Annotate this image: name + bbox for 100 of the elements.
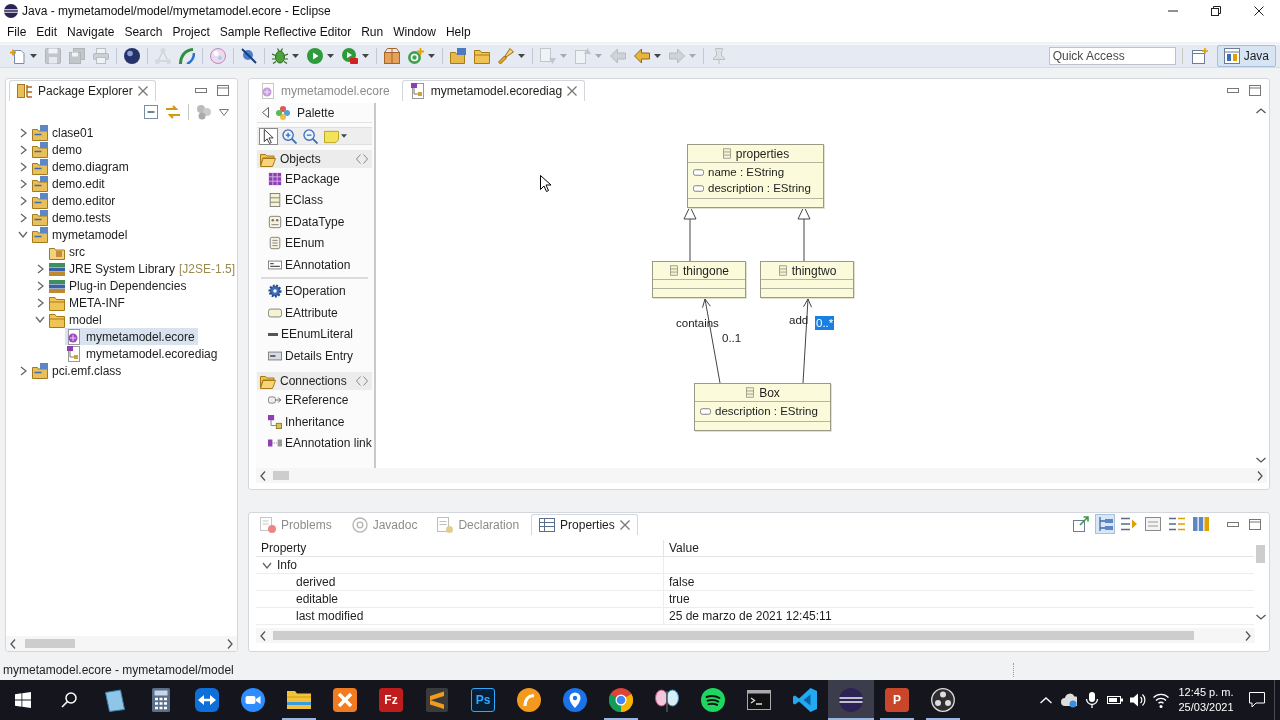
scrollbar-thumb[interactable] — [273, 471, 289, 480]
collapse-triangle-icon[interactable] — [262, 107, 269, 118]
menu-item[interactable]: Run — [356, 23, 389, 41]
minimize-icon[interactable] — [1227, 87, 1239, 93]
view-tool-button[interactable] — [1191, 514, 1211, 534]
editor-tab[interactable]: mymetamodel.ecore — [252, 80, 398, 101]
tree-item[interactable]: Plug-in Dependencies — [48, 277, 190, 294]
taskbar-button[interactable]: Fz — [368, 680, 414, 720]
palette-item[interactable]: Details Entry — [257, 345, 372, 367]
tree-item[interactable]: demo.tests — [31, 209, 114, 226]
chevron-right-icon[interactable] — [19, 178, 27, 189]
scroll-down-icon[interactable] — [1255, 457, 1266, 463]
cloud-icon[interactable] — [1060, 692, 1077, 708]
maximize-icon[interactable] — [1249, 84, 1261, 96]
chevron-up-icon[interactable] — [1039, 696, 1052, 704]
scroll-right-icon[interactable] — [227, 638, 233, 649]
scrollbar-thumb[interactable] — [1256, 545, 1265, 563]
tree-item[interactable]: JRE System Library [J2SE-1.5] — [48, 260, 237, 277]
scrollbar-thumb[interactable] — [273, 631, 1194, 640]
menu-item[interactable]: Navigate — [62, 23, 120, 41]
taskbar-button[interactable]: Ps — [460, 680, 506, 720]
scroll-left-icon[interactable] — [260, 470, 266, 481]
editor-tab[interactable]: mymetamodel.ecorediag — [401, 80, 586, 101]
horizontal-scrollbar[interactable] — [6, 636, 237, 651]
tree-item[interactable]: demo.editor — [31, 192, 119, 209]
chevron-right-icon[interactable] — [19, 127, 27, 138]
view-tab[interactable]: Package Explorer — [9, 80, 156, 101]
chevron-down-icon[interactable] — [35, 316, 45, 323]
maximize-icon[interactable] — [217, 84, 229, 96]
palette-item[interactable]: EClass — [257, 189, 372, 211]
menu-item[interactable]: Sample Reflective Editor — [214, 23, 357, 41]
menu-item[interactable]: File — [2, 23, 32, 41]
palette-tool[interactable] — [259, 127, 278, 145]
tree-item[interactable]: demo — [31, 141, 86, 158]
chevron-down-icon[interactable] — [262, 561, 272, 569]
palette-item[interactable]: EPackage — [257, 168, 372, 190]
clock-button[interactable]: 12:45 p. m. 25/03/2021 — [1172, 680, 1240, 720]
taskbar-button[interactable] — [828, 680, 874, 720]
palette-item[interactable]: EAttribute — [257, 302, 372, 324]
tree-item[interactable]: mymetamodel.ecorediag — [65, 345, 221, 362]
diamond-arrows-icon[interactable] — [356, 154, 368, 164]
horizontal-scrollbar[interactable] — [256, 468, 1267, 483]
view-tool-button[interactable] — [1095, 514, 1115, 534]
horizontal-scrollbar[interactable] — [256, 628, 1255, 643]
tree-item[interactable]: demo.diagram — [31, 158, 132, 175]
scroll-right-icon[interactable] — [1245, 630, 1251, 641]
chevron-down-icon[interactable] — [18, 231, 28, 238]
chevron-right-icon[interactable] — [36, 263, 44, 274]
view-tool-button[interactable] — [1071, 514, 1091, 534]
tree-item[interactable]: mymetamodel — [31, 226, 131, 243]
palette-item[interactable]: Inheritance — [257, 411, 372, 433]
view-tab[interactable]: Declaration — [429, 514, 528, 535]
collapse-all-icon[interactable] — [144, 105, 158, 119]
taskbar-button[interactable]: P — [874, 680, 920, 720]
chevron-right-icon[interactable] — [19, 195, 27, 206]
close-icon[interactable] — [137, 86, 148, 96]
tree-item[interactable]: clase01 — [31, 124, 97, 141]
menu-item[interactable]: Search — [119, 23, 168, 41]
palette-item[interactable]: EReference — [257, 389, 372, 411]
quick-access-field[interactable]: Quick Access — [1048, 47, 1176, 65]
close-icon[interactable] — [567, 86, 578, 96]
wifi-icon[interactable] — [1152, 692, 1169, 708]
menu-item[interactable]: Project — [167, 23, 215, 41]
palette-item[interactable]: EDataType — [257, 211, 372, 233]
palette-item[interactable]: EAnnotation link — [257, 432, 372, 454]
scroll-up-icon[interactable] — [1255, 108, 1266, 114]
tree-item[interactable]: META-INF — [48, 294, 128, 311]
menu-item[interactable]: Window — [388, 23, 441, 41]
palette-item[interactable]: EAnnotation — [257, 254, 372, 276]
view-tool-button[interactable] — [1143, 514, 1163, 534]
notification-icon[interactable] — [1249, 692, 1265, 708]
view-tab[interactable]: Javadoc — [343, 514, 426, 535]
scroll-left-icon[interactable] — [10, 638, 16, 649]
scrollbar-thumb[interactable] — [25, 639, 75, 648]
chevron-right-icon[interactable] — [19, 365, 27, 376]
maximize-icon[interactable] — [1249, 518, 1261, 530]
chevron-right-icon[interactable] — [36, 280, 44, 291]
scroll-right-icon[interactable] — [1257, 470, 1263, 481]
chevron-right-icon[interactable] — [19, 161, 27, 172]
diamond-arrows-icon[interactable] — [356, 375, 368, 386]
perspective-button[interactable]: Java — [1216, 45, 1276, 67]
view-tab[interactable]: Properties — [531, 514, 638, 535]
speaker-icon[interactable] — [1129, 692, 1146, 708]
view-tab[interactable]: Problems — [252, 514, 340, 535]
chevron-right-icon[interactable] — [19, 144, 27, 155]
tree-item[interactable]: src — [48, 243, 88, 260]
scroll-down-icon[interactable] — [1255, 614, 1266, 620]
tree-item[interactable]: model — [48, 311, 105, 328]
tree-item[interactable]: pci.emf.class — [31, 362, 125, 379]
palette-item[interactable]: EEnumLiteral — [257, 323, 372, 345]
minimize-icon[interactable] — [1227, 521, 1239, 527]
minimize-icon[interactable] — [195, 87, 207, 93]
menu-item[interactable]: Help — [440, 23, 476, 41]
view-menu-icon[interactable] — [219, 108, 229, 116]
scroll-left-icon[interactable] — [260, 630, 266, 641]
close-icon[interactable] — [619, 520, 630, 530]
palette-item[interactable]: EEnum — [257, 232, 372, 254]
palette-tool[interactable] — [280, 127, 299, 145]
palette-item[interactable]: EOperation — [257, 280, 372, 302]
palette-drawer[interactable]: Connections — [257, 371, 372, 390]
